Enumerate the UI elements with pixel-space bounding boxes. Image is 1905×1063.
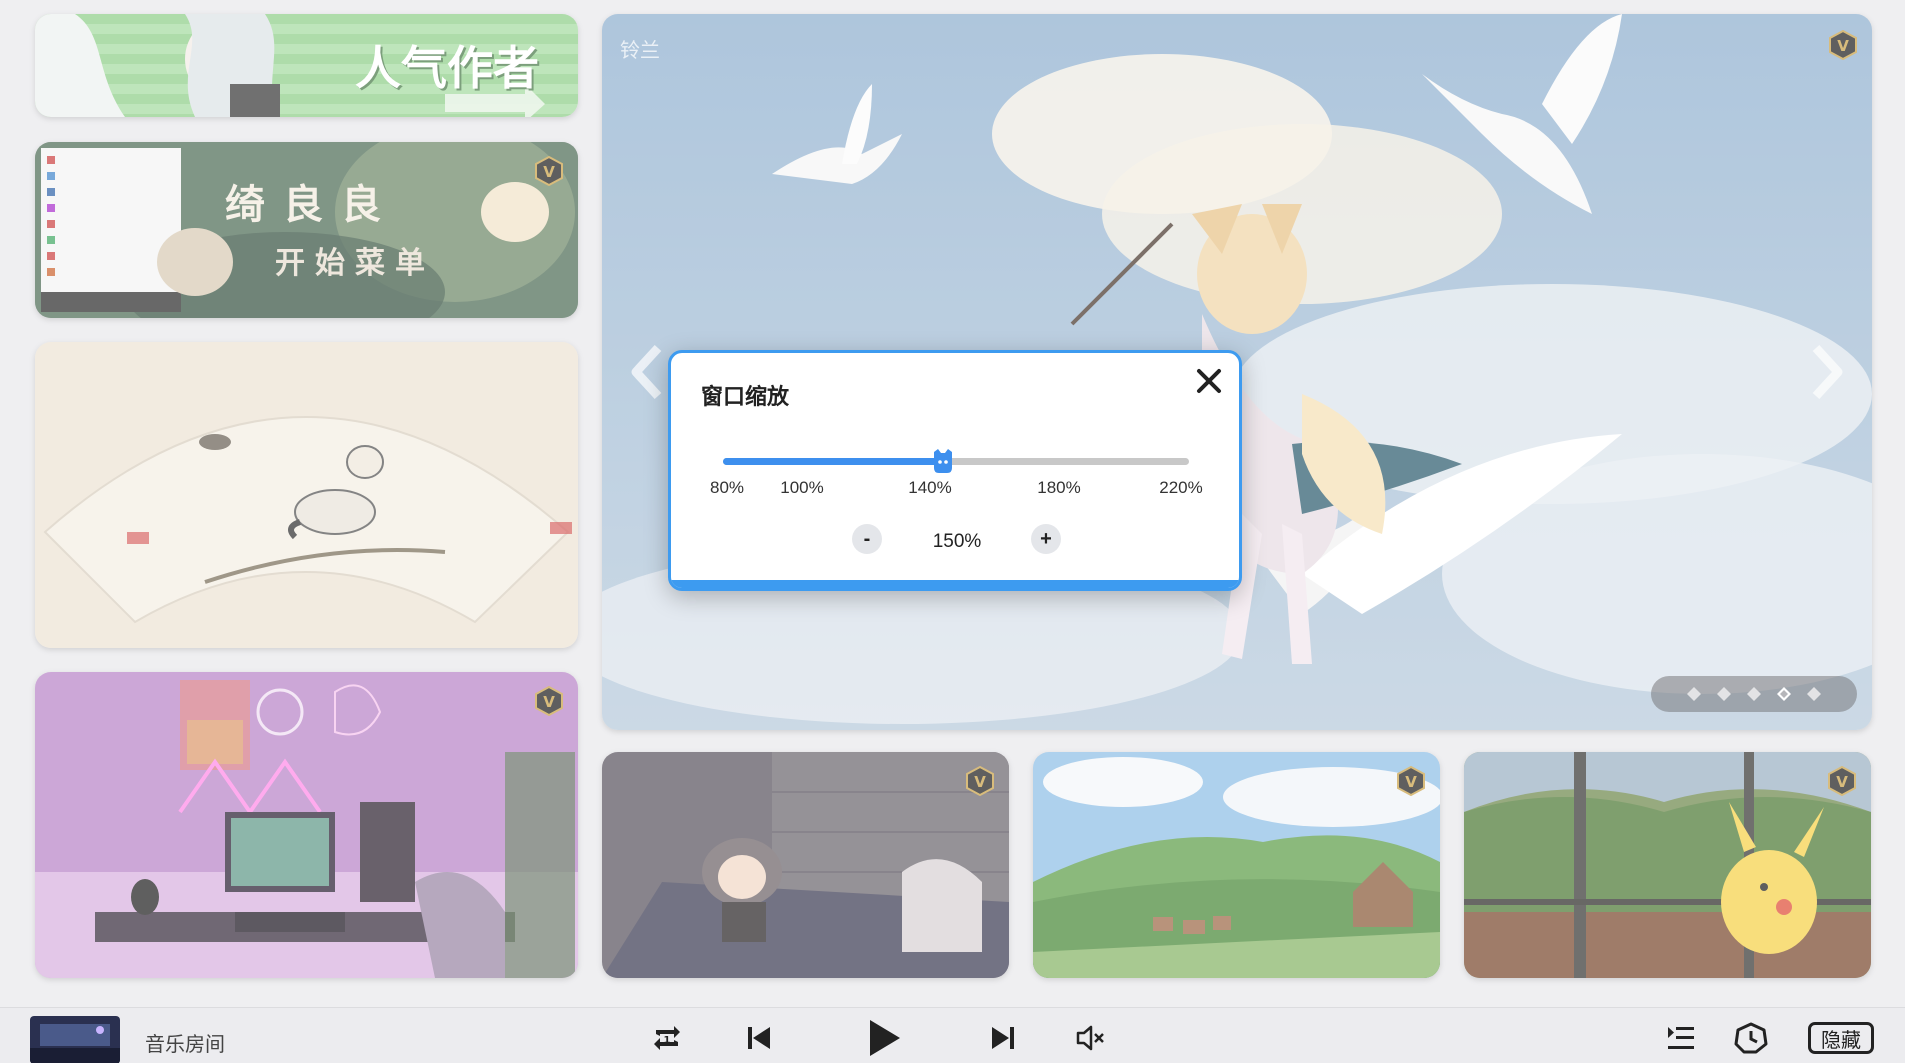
vip-badge-icon: V <box>1828 29 1858 61</box>
card-title-line1: 绮良良 <box>225 182 399 228</box>
zoom-value: 150% <box>932 531 982 552</box>
music-player-bar: 音乐房间 <box>0 1007 1905 1063</box>
svg-text:V: V <box>543 163 555 181</box>
repeat-icon[interactable]: 1 <box>652 1022 682 1054</box>
carousel-dot-active[interactable] <box>1777 687 1791 701</box>
svg-text:V: V <box>1836 773 1848 791</box>
vip-badge-icon: V <box>1827 765 1857 797</box>
zoom-slider-track[interactable] <box>723 449 1189 473</box>
zoom-increase-button[interactable]: + <box>1031 524 1061 554</box>
banner-title: 人气作者 <box>355 41 539 95</box>
carousel-dot[interactable] <box>1807 687 1821 701</box>
carousel-dot[interactable] <box>1717 687 1731 701</box>
zoom-tick-label: 180% <box>1037 478 1081 497</box>
playlist-icon[interactable] <box>1666 1024 1696 1052</box>
hide-player-button[interactable]: 隐藏 <box>1808 1022 1874 1054</box>
svg-text:1: 1 <box>664 1035 671 1046</box>
wallpaper-card-pikachu-train[interactable]: V <box>1464 752 1871 978</box>
wallpaper-card-kirara-start-menu[interactable]: 绮良良 开始菜单 V <box>35 142 578 318</box>
vip-badge-icon: V <box>965 765 995 797</box>
svg-text:V: V <box>1837 37 1849 55</box>
zoom-tick-label: 80% <box>709 478 745 497</box>
wallpaper-card-purple-desk[interactable]: V <box>35 672 578 978</box>
svg-text:V: V <box>1405 773 1417 791</box>
card-title-line2: 开始菜单 <box>275 246 435 281</box>
carousel-dots <box>1651 676 1857 712</box>
svg-text:V: V <box>974 773 986 791</box>
wallpaper-card-chibi-alley[interactable]: V <box>602 752 1009 978</box>
vip-badge-icon: V <box>1396 765 1426 797</box>
dialog-accent-bar <box>671 580 1239 588</box>
wallpaper-card-green-valley[interactable]: V <box>1033 752 1440 978</box>
zoom-tick-label: 220% <box>1159 478 1203 497</box>
history-clock-icon[interactable] <box>1734 1022 1768 1054</box>
player-track-title: 音乐房间 <box>145 1034 225 1056</box>
previous-track-icon[interactable] <box>746 1025 772 1051</box>
carousel-prev-arrow-icon[interactable] <box>626 342 666 402</box>
carousel-dot[interactable] <box>1687 687 1701 701</box>
close-icon[interactable] <box>1193 365 1225 397</box>
carousel-next-arrow-icon[interactable] <box>1808 342 1848 402</box>
zoom-decrease-button[interactable]: - <box>852 524 882 554</box>
play-icon[interactable] <box>866 1018 902 1058</box>
hero-caption: 铃兰 <box>620 40 660 62</box>
volume-muted-icon[interactable] <box>1076 1024 1106 1052</box>
vip-badge-icon: V <box>534 155 564 187</box>
zoom-slider-fill <box>723 458 944 465</box>
vip-badge-icon: V <box>534 685 564 717</box>
zoom-slider-thumb-icon[interactable] <box>932 448 954 474</box>
zoom-tick-label: 140% <box>908 478 952 497</box>
zoom-tick-label: 100% <box>780 478 824 497</box>
svg-text:V: V <box>543 693 555 711</box>
next-track-icon[interactable] <box>990 1025 1016 1051</box>
window-zoom-dialog: 窗口缩放 80% 100% 140% 180% 220% - 150% + <box>668 350 1242 591</box>
banner-popular-authors[interactable]: 人气作者 <box>35 14 578 117</box>
carousel-dot[interactable] <box>1747 687 1761 701</box>
wallpaper-card-fan-painting[interactable] <box>35 342 578 648</box>
player-cover-thumbnail[interactable] <box>30 1016 120 1063</box>
dialog-title: 窗口缩放 <box>701 384 790 409</box>
